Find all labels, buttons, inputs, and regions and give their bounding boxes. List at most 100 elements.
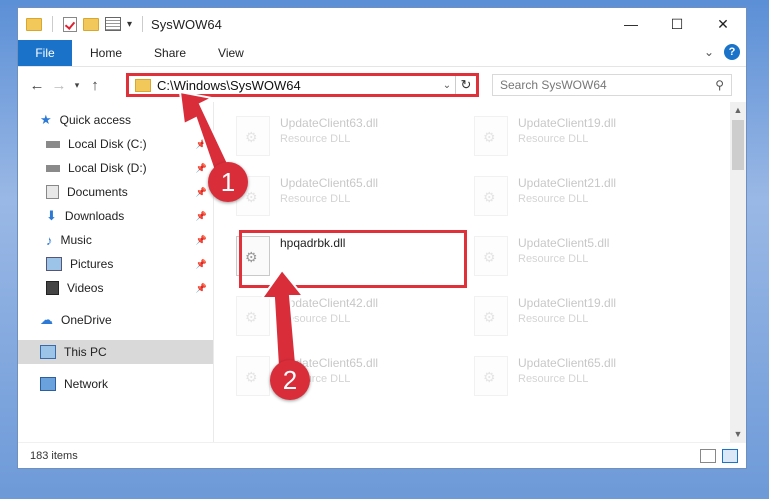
tab-share[interactable]: Share (140, 46, 200, 60)
file-highlight-box (239, 230, 467, 288)
large-icons-view-icon[interactable] (722, 449, 738, 463)
details-view-icon[interactable] (700, 449, 716, 463)
file-name: UpdateClient19.dll (518, 116, 617, 130)
sidebar-item-local-disk-c[interactable]: Local Disk (C:) 📌 (18, 132, 213, 156)
expand-ribbon-icon[interactable]: ⌄ (704, 45, 714, 59)
file-item[interactable]: UpdateClient19.dll Resource DLL (468, 288, 688, 344)
close-button[interactable]: ✕ (700, 8, 746, 40)
view-toggle (700, 449, 738, 463)
sidebar-item-label: OneDrive (61, 313, 112, 327)
cloud-icon: ☁ (40, 312, 53, 327)
up-arrow-icon[interactable]: ↑ (84, 77, 106, 94)
file-name: UpdateClient42.dll (280, 296, 379, 310)
sidebar-item-pictures[interactable]: Pictures 📌 (18, 252, 213, 276)
tab-view[interactable]: View (204, 46, 258, 60)
file-item[interactable]: UpdateClient65.dllResource DLL (468, 348, 688, 404)
window-controls: — ☐ ✕ (608, 8, 746, 40)
file-name: UpdateClient63.dll (280, 116, 379, 130)
scroll-down-icon[interactable]: ▼ (730, 429, 746, 439)
file-name: UpdateClient65.dll (518, 356, 617, 370)
star-icon: ★ (40, 112, 52, 127)
new-folder-icon[interactable] (83, 17, 99, 31)
dll-file-icon (474, 296, 508, 336)
file-name: UpdateClient19.dll (518, 296, 617, 310)
file-name: UpdateClient21.dll (518, 176, 617, 190)
drive-icon (46, 140, 60, 148)
step-2-badge: 2 (270, 360, 310, 400)
sidebar-item-music[interactable]: ♪ Music 📌 (18, 228, 213, 252)
address-path[interactable]: C:\Windows\SysWOW64 (157, 78, 439, 93)
maximize-button[interactable]: ☐ (654, 8, 700, 40)
explorer-window: ▾ SysWOW64 — ☐ ✕ File Home Share View ⌄ … (18, 8, 746, 468)
tab-home[interactable]: Home (76, 46, 136, 60)
help-icon[interactable]: ? (724, 44, 740, 60)
minimize-button[interactable]: — (608, 8, 654, 40)
sidebar-item-network[interactable]: Network (18, 372, 213, 396)
sidebar-item-label: Local Disk (C:) (68, 137, 147, 151)
customize-toolbar-dropdown-icon[interactable]: ▾ (127, 19, 132, 30)
scroll-up-icon[interactable]: ▲ (730, 105, 746, 115)
tab-file[interactable]: File (18, 40, 72, 66)
file-description: Resource DLL (280, 133, 351, 145)
main-body: ★ Quick access Local Disk (C:) 📌 Local D… (18, 102, 746, 442)
file-description: Resource DLL (518, 133, 589, 145)
music-icon: ♪ (46, 232, 53, 248)
file-item[interactable]: UpdateClient21.dll Resource DLL (468, 168, 688, 224)
dll-file-icon (474, 236, 508, 276)
address-dropdown-icon[interactable]: ⌄ (439, 80, 455, 91)
pin-icon[interactable]: 📌 (196, 283, 207, 294)
dll-file-icon (236, 356, 270, 396)
scrollbar-thumb[interactable] (732, 120, 744, 170)
file-item[interactable]: UpdateClient19.dll Resource DLL (468, 108, 688, 164)
search-input[interactable]: Search SysWOW64 ⚲ (492, 74, 732, 96)
file-item[interactable]: UpdateClient42.dll Resource DLL (230, 288, 450, 344)
quick-access-toolbar: ▾ (18, 16, 147, 32)
sidebar-item-label: Network (64, 377, 109, 391)
vertical-scrollbar[interactable]: ▲ ▼ (730, 102, 746, 442)
window-title: SysWOW64 (151, 16, 222, 32)
computer-icon (40, 345, 56, 359)
sidebar-item-videos[interactable]: Videos 📌 (18, 276, 213, 300)
dll-file-icon (474, 356, 508, 396)
sidebar-item-this-pc[interactable]: This PC (18, 340, 213, 364)
recent-locations-chevron-icon[interactable]: ▾ (70, 80, 84, 91)
dll-file-icon (474, 116, 508, 156)
sidebar-item-documents[interactable]: Documents 📌 (18, 180, 213, 204)
step-1-badge: 1 (208, 162, 248, 202)
ribbon-right-controls: ⌄ ? (704, 44, 740, 60)
sidebar-item-quick-access[interactable]: ★ Quick access (18, 108, 213, 132)
pin-icon[interactable]: 📌 (196, 139, 207, 150)
properties-icon[interactable] (105, 17, 121, 31)
pin-icon[interactable]: 📌 (196, 211, 207, 222)
file-item[interactable]: UpdateClient65.dllResource DLL (230, 348, 450, 404)
video-icon (46, 281, 59, 295)
file-name: UpdateClient65.dll (280, 176, 379, 190)
sidebar-item-downloads[interactable]: ⬇ Downloads 📌 (18, 204, 213, 228)
sidebar-item-label: Local Disk (D:) (68, 161, 147, 175)
sidebar-item-local-disk-d[interactable]: Local Disk (D:) 📌 (18, 156, 213, 180)
file-description: Resource DLL (518, 313, 589, 325)
refresh-icon[interactable]: ↻ (455, 76, 476, 94)
pin-icon[interactable]: 📌 (196, 163, 207, 174)
file-description: Resource DLL (518, 253, 589, 265)
address-bar[interactable]: C:\Windows\SysWOW64 ⌄ ↻ (126, 73, 479, 97)
file-description: Resource DLL (280, 313, 351, 325)
forward-arrow-icon[interactable]: → (48, 77, 70, 94)
file-description: Resource DLL (518, 193, 589, 205)
file-item[interactable]: UpdateClient65.dllResource DLL (230, 168, 450, 224)
network-icon (40, 377, 56, 391)
dll-file-icon (236, 296, 270, 336)
pin-icon[interactable]: 📌 (196, 259, 207, 270)
pin-icon[interactable]: 📌 (196, 235, 207, 246)
file-item[interactable]: UpdateClient5.dll Resource DLL (468, 228, 688, 284)
pin-icon[interactable]: 📌 (196, 187, 207, 198)
file-item[interactable]: UpdateClient63.dll Resource DLL (230, 108, 450, 164)
dll-file-icon (236, 116, 270, 156)
navigation-pane: ★ Quick access Local Disk (C:) 📌 Local D… (18, 102, 214, 442)
sidebar-item-onedrive[interactable]: ☁ OneDrive (18, 308, 213, 332)
back-arrow-icon[interactable]: ← (26, 77, 48, 94)
item-count: 183 items (30, 449, 78, 462)
sidebar-item-label: Music (60, 233, 92, 247)
properties-check-icon[interactable] (63, 16, 77, 32)
